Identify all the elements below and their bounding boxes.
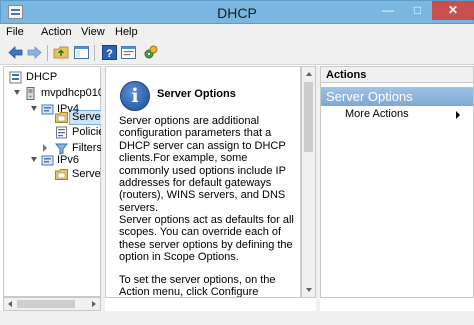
expand-chevron-icon[interactable] bbox=[14, 90, 20, 95]
scroll-down-icon[interactable] bbox=[306, 288, 312, 292]
minimize-button[interactable]: — bbox=[373, 1, 403, 20]
show-hide-tree-icon[interactable] bbox=[73, 44, 90, 61]
ipv4-icon bbox=[41, 104, 54, 115]
folder-options-icon bbox=[55, 112, 68, 123]
submenu-arrow-icon[interactable] bbox=[456, 111, 460, 119]
title-bar: DHCP — □ ✕ bbox=[0, 0, 474, 24]
svg-text:?: ? bbox=[106, 48, 113, 60]
actions-section-label: Server Options bbox=[326, 89, 413, 104]
info-icon: i bbox=[120, 81, 150, 111]
tree-label-ipv6-server-options: Server bbox=[72, 168, 105, 180]
dhcp-root-icon bbox=[9, 71, 22, 84]
actions-section-header[interactable]: Server Options bbox=[321, 87, 473, 106]
result-vertical-scrollbar[interactable] bbox=[301, 66, 316, 298]
actions-header-label: Actions bbox=[326, 69, 367, 81]
menu-action[interactable]: Action bbox=[41, 26, 72, 38]
toolbar-separator bbox=[47, 45, 48, 61]
result-pane-title: Server Options bbox=[157, 88, 236, 100]
menu-help[interactable]: Help bbox=[115, 26, 138, 38]
navigation-tree bbox=[3, 66, 101, 297]
forward-arrow-icon[interactable] bbox=[26, 44, 43, 61]
scroll-thumb[interactable] bbox=[17, 300, 75, 308]
tree-label-ipv6: IPv6 bbox=[57, 154, 80, 166]
scroll-left-icon[interactable] bbox=[8, 301, 12, 307]
back-arrow-icon[interactable] bbox=[7, 44, 24, 61]
tree-label-dhcp: DHCP bbox=[26, 71, 58, 83]
up-folder-icon[interactable] bbox=[53, 44, 70, 61]
menu-file[interactable]: File bbox=[6, 26, 24, 38]
toolbar: ? bbox=[0, 41, 474, 65]
status-bar bbox=[0, 311, 474, 325]
ipv6-icon bbox=[41, 155, 54, 166]
menu-view[interactable]: View bbox=[81, 26, 105, 38]
description-paragraph: Server options are additional configurat… bbox=[119, 115, 286, 214]
scroll-up-icon[interactable] bbox=[306, 72, 312, 76]
server-icon bbox=[26, 87, 35, 100]
more-actions-link[interactable]: More Actions bbox=[345, 108, 409, 120]
actions-pane: Actions Server Options More Actions bbox=[320, 66, 474, 298]
scroll-right-icon[interactable] bbox=[92, 301, 96, 307]
scroll-thumb[interactable] bbox=[304, 82, 313, 152]
maximize-button[interactable]: □ bbox=[403, 1, 432, 20]
folder-options-icon bbox=[55, 169, 68, 180]
actions-header: Actions bbox=[321, 67, 473, 83]
help-icon[interactable]: ? bbox=[101, 44, 118, 61]
policies-icon bbox=[56, 126, 67, 139]
description-paragraph: Server options act as defaults for all s… bbox=[119, 214, 294, 264]
tree-horizontal-scrollbar[interactable] bbox=[3, 297, 101, 311]
description-paragraph: To set the server options, on the Action… bbox=[119, 274, 276, 298]
tree-label-server-options: Server bbox=[72, 111, 105, 123]
expand-chevron-icon[interactable] bbox=[31, 106, 37, 111]
tree-label-policies: Policie bbox=[72, 126, 105, 138]
result-pane: i Server Options Server options are addi… bbox=[105, 66, 301, 298]
expand-chevron-icon[interactable] bbox=[43, 144, 47, 152]
expand-chevron-icon[interactable] bbox=[31, 157, 37, 162]
close-button[interactable]: ✕ bbox=[432, 1, 474, 20]
tree-label-filters: Filters bbox=[72, 142, 102, 154]
toolbar-separator bbox=[94, 45, 95, 61]
properties-icon[interactable] bbox=[120, 44, 137, 61]
dhcp-options-icon[interactable] bbox=[142, 44, 159, 61]
menu-bar: File Action View Help bbox=[0, 24, 474, 41]
